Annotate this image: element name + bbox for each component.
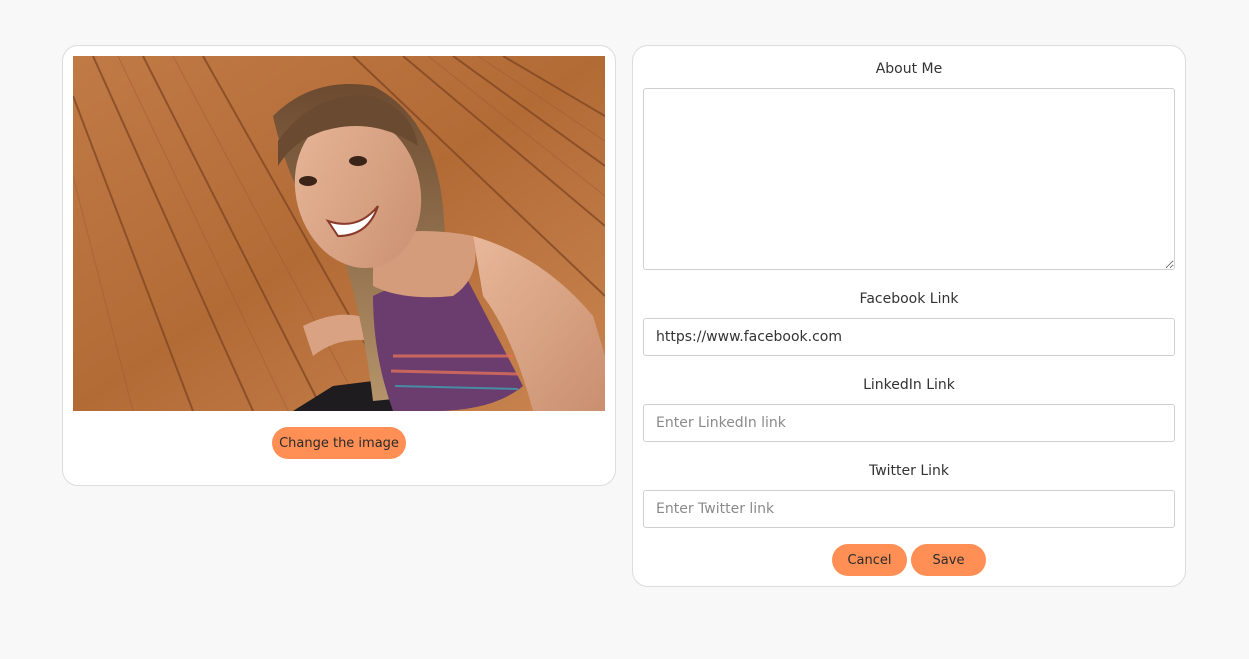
twitter-link-label: Twitter Link	[868, 463, 950, 479]
facebook-link-input[interactable]	[643, 318, 1175, 356]
profile-image-card: Change the image	[62, 45, 616, 486]
about-me-textarea[interactable]	[643, 88, 1175, 270]
profile-photo-image	[73, 56, 605, 411]
about-me-label: About Me	[875, 61, 943, 77]
profile-form-card: About Me Facebook Link LinkedIn Link Twi…	[632, 45, 1186, 587]
facebook-link-label: Facebook Link	[859, 291, 959, 307]
save-button[interactable]: Save	[911, 544, 986, 576]
linkedin-link-label: LinkedIn Link	[863, 377, 955, 393]
profile-photo	[73, 56, 605, 411]
twitter-link-input[interactable]	[643, 490, 1175, 528]
linkedin-link-input[interactable]	[643, 404, 1175, 442]
change-image-button[interactable]: Change the image	[272, 427, 406, 459]
cancel-button[interactable]: Cancel	[832, 544, 907, 576]
